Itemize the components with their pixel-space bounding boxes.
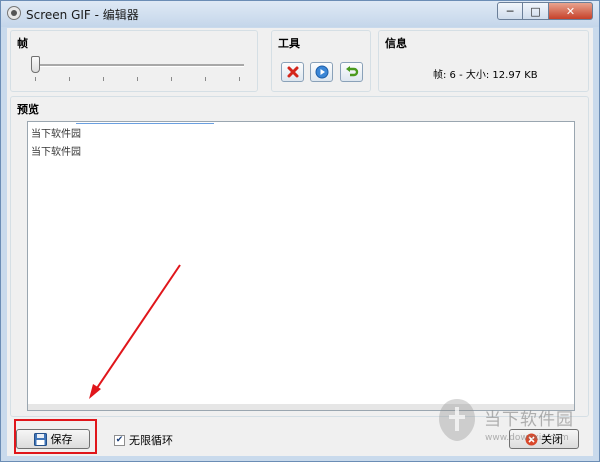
- maximize-button[interactable]: □: [523, 2, 549, 20]
- slider-tick: [69, 77, 70, 81]
- undo-button[interactable]: [340, 62, 363, 82]
- preview-text-line: 当下软件园: [31, 129, 81, 140]
- title-bar[interactable]: Screen GIF - 编辑器 ─ □ ✕: [1, 1, 599, 27]
- window-controls: ─ □ ✕: [497, 2, 593, 20]
- slider-tick: [137, 77, 138, 81]
- delete-frame-button[interactable]: [281, 62, 304, 82]
- info-group-label: 信息: [385, 37, 407, 50]
- selection-line: [76, 123, 214, 124]
- editor-client-area: 帧 工具 信息 帧: 6 - 大小: 12.97 KB 预览 当下软件园 当下软…: [7, 28, 593, 456]
- frame-slider-thumb[interactable]: [31, 56, 40, 73]
- slider-tick: [239, 77, 240, 81]
- slider-tick: [205, 77, 206, 81]
- slider-tick: [103, 77, 104, 81]
- app-icon: [7, 6, 21, 20]
- window-close-button[interactable]: ✕: [549, 2, 593, 20]
- frame-group: 帧: [10, 30, 258, 92]
- undo-icon: [345, 66, 358, 77]
- infinite-loop-option[interactable]: ✔ 无限循环: [114, 432, 173, 448]
- play-icon: [315, 65, 328, 79]
- minimize-button[interactable]: ─: [497, 2, 523, 20]
- editor-window: Screen GIF - 编辑器 ─ □ ✕ 帧 工具 信息 帧: 6 - 大小…: [0, 0, 600, 462]
- watermark-text: 当下软件园: [484, 410, 574, 430]
- watermark-url: www.downxia.com: [485, 433, 569, 443]
- preview-group-label: 预览: [17, 103, 39, 116]
- watermark-logo-icon: [439, 399, 475, 441]
- frame-info-text: 帧: 6 - 大小: 12.97 KB: [433, 70, 538, 81]
- preview-text-line: 当下软件园: [31, 147, 81, 158]
- tools-group: 工具: [271, 30, 371, 92]
- infinite-loop-label: 无限循环: [129, 434, 173, 447]
- preview-canvas[interactable]: 当下软件园 当下软件园: [27, 121, 575, 411]
- tools-group-label: 工具: [278, 37, 300, 50]
- infinite-loop-checkbox[interactable]: ✔: [114, 434, 125, 446]
- delete-icon: [287, 66, 298, 78]
- slider-tick: [35, 77, 36, 81]
- save-highlight-annotation: [14, 419, 97, 454]
- window-title: Screen GIF - 编辑器: [26, 8, 139, 22]
- slider-tick: [171, 77, 172, 81]
- frame-group-label: 帧: [17, 37, 28, 50]
- frame-slider-track[interactable]: [34, 64, 244, 67]
- play-button[interactable]: [310, 62, 333, 82]
- info-group: 信息 帧: 6 - 大小: 12.97 KB: [378, 30, 589, 92]
